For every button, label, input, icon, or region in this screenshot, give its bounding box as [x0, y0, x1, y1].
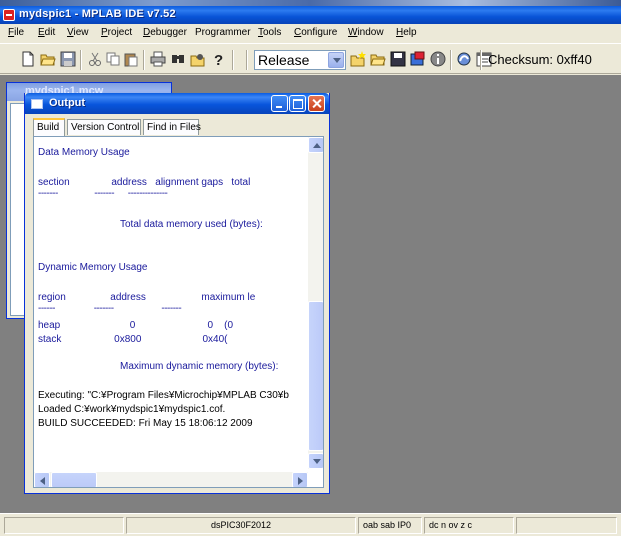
toolbar-separator: [480, 50, 482, 70]
menu-edit[interactable]: Edit: [38, 27, 55, 38]
status-bar: dsPIC30F2012 oab sab IP0 dc n ov z c: [0, 513, 621, 536]
chevron-down-icon: [313, 459, 321, 464]
output-line: ------ ------- -------: [38, 303, 182, 314]
copy-icon[interactable]: [105, 51, 121, 67]
status-flags: dc n ov z c: [424, 517, 514, 534]
scroll-left-button[interactable]: [34, 472, 50, 487]
main-window: mydspic1 - MPLAB IDE v7.52 File Edit Vie…: [0, 6, 621, 536]
output-title: Output: [49, 97, 86, 109]
close-button[interactable]: [308, 95, 325, 112]
scroll-down-button[interactable]: [308, 453, 323, 469]
output-line: Executing: "C:¥Program Files¥Microchip¥M…: [38, 390, 289, 401]
output-line: Loaded C:¥work¥mydspic1¥mydspic1.cof.: [38, 404, 226, 415]
new-file-icon[interactable]: [20, 51, 36, 67]
menu-project[interactable]: Project: [101, 27, 132, 38]
output-line: Data Memory Usage: [38, 147, 130, 158]
toolbar-separator: [80, 50, 82, 70]
info-icon[interactable]: [430, 51, 446, 67]
checksum-display: Checksum: 0xff40: [488, 52, 592, 67]
chevron-up-icon: [313, 143, 321, 148]
menu-tools[interactable]: Tools: [258, 27, 281, 38]
chevron-left-icon: [40, 477, 45, 485]
print-icon[interactable]: [150, 51, 166, 67]
menu-view[interactable]: View: [67, 27, 89, 38]
menu-help[interactable]: Help: [396, 27, 417, 38]
find-in-files-icon[interactable]: [190, 51, 206, 67]
vertical-scrollbar[interactable]: [308, 137, 323, 469]
chevron-right-icon: [298, 477, 303, 485]
output-line: section address alignment gaps total: [38, 177, 251, 188]
toolbar-separator: [450, 50, 452, 70]
help-icon[interactable]: ?: [210, 51, 226, 67]
save-project-icon[interactable]: [390, 51, 406, 67]
output-line: Maximum dynamic memory (bytes):: [120, 361, 279, 372]
output-line: Dynamic Memory Usage: [38, 262, 148, 273]
output-line: stack 0x800 0x40(: [38, 334, 228, 345]
menu-configure[interactable]: Configure: [294, 27, 337, 38]
minimize-button[interactable]: [271, 95, 288, 112]
new-project-icon[interactable]: [350, 51, 366, 67]
menu-bar: File Edit View Project Debugger Programm…: [0, 24, 621, 42]
output-line: region address maximum le: [38, 292, 256, 303]
tab-find-in-files[interactable]: Find in Files: [143, 119, 201, 135]
tab-version-control[interactable]: Version Control: [67, 119, 141, 135]
toolbar-separator: [232, 50, 234, 70]
output-line: heap 0 0 (0: [38, 320, 234, 331]
build-output-text[interactable]: Data Memory Usage section address alignm…: [33, 136, 324, 488]
toolbar-separator: [143, 50, 145, 70]
status-panel-empty: [516, 517, 617, 534]
toolbar-separator: [246, 50, 248, 70]
open-folder-icon[interactable]: [40, 51, 56, 67]
output-line: BUILD SUCCEEDED: Fri May 15 18:06:12 200…: [38, 418, 253, 429]
maximize-button[interactable]: [289, 95, 306, 112]
output-line: ------- ------- --------------: [38, 188, 168, 199]
toolbar: ? Release Checksum: 0xff40: [0, 43, 621, 74]
find-icon[interactable]: [170, 51, 186, 67]
window-title: mydspic1 - MPLAB IDE v7.52: [19, 8, 176, 20]
title-bar[interactable]: mydspic1 - MPLAB IDE v7.52: [0, 6, 621, 24]
scroll-up-button[interactable]: [308, 137, 323, 153]
open-project-icon[interactable]: [370, 51, 386, 67]
vertical-scroll-thumb[interactable]: [308, 301, 323, 451]
status-registers: oab sab IP0: [358, 517, 422, 534]
build-configuration-select[interactable]: Release: [254, 50, 346, 70]
svg-text:?: ?: [214, 52, 223, 67]
output-window[interactable]: Output Build Version Control Find in Fil…: [24, 93, 330, 494]
paste-icon[interactable]: [123, 51, 139, 67]
mdi-workspace: mydspic1.mcw Output Build Version Contro…: [0, 75, 621, 513]
output-title-bar[interactable]: Output: [25, 93, 329, 114]
project-wizard-icon[interactable]: [410, 51, 426, 67]
horizontal-scrollbar[interactable]: [34, 472, 308, 487]
build-all-icon[interactable]: [456, 51, 472, 67]
save-icon[interactable]: [60, 51, 76, 67]
menu-file[interactable]: File: [8, 27, 24, 38]
cut-icon[interactable]: [87, 51, 103, 67]
chevron-down-icon[interactable]: [328, 52, 344, 68]
status-device: dsPIC30F2012: [126, 517, 356, 534]
menu-debugger[interactable]: Debugger: [143, 27, 187, 38]
build-configuration-value: Release: [258, 52, 310, 68]
output-line: Total data memory used (bytes):: [120, 219, 263, 230]
scroll-right-button[interactable]: [292, 472, 308, 487]
status-panel-empty: [4, 517, 124, 534]
menu-window[interactable]: Window: [348, 27, 384, 38]
mplab-app-icon: [3, 9, 15, 21]
output-window-icon: [31, 99, 43, 109]
tab-build[interactable]: Build: [33, 118, 65, 136]
menu-programmer[interactable]: Programmer: [195, 27, 251, 38]
horizontal-scroll-thumb[interactable]: [51, 472, 97, 487]
